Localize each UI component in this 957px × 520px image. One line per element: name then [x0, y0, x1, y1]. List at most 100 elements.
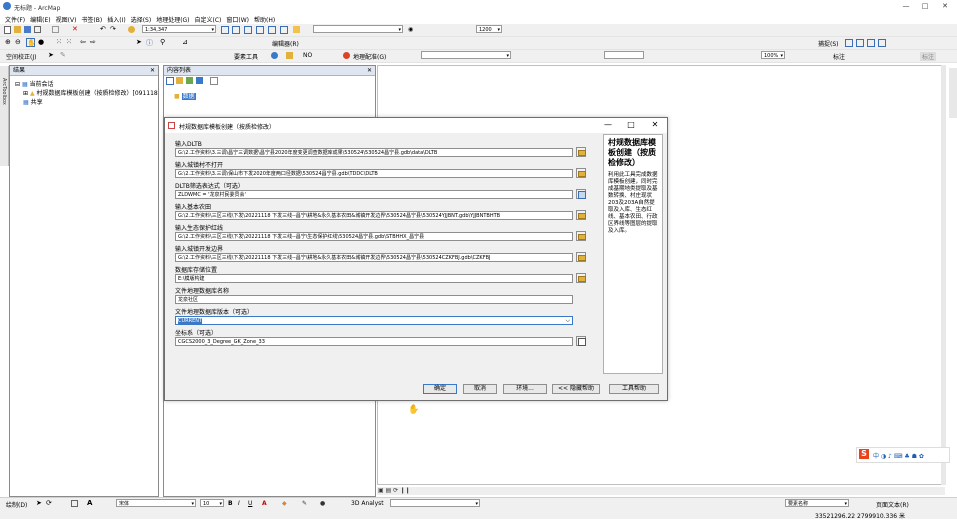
edit-tool-icon[interactable]: ➤: [48, 51, 55, 59]
menu-item-4[interactable]: 插入(I): [107, 15, 125, 24]
coordinate-system-button[interactable]: [576, 336, 586, 346]
model-builder-icon[interactable]: [293, 26, 300, 33]
dialog-close-icon[interactable]: ✕: [648, 120, 662, 130]
toc-options-icon[interactable]: [210, 77, 218, 85]
overlay-label[interactable]: 标注: [920, 52, 937, 61]
snap-vertex-icon[interactable]: [867, 39, 875, 47]
menu-item-8[interactable]: 窗口(W): [226, 15, 249, 24]
no-icon[interactable]: NO: [303, 52, 312, 59]
arctoolbox-icon[interactable]: [268, 26, 276, 34]
toc-icon[interactable]: [232, 26, 240, 34]
tool-help-button[interactable]: 工具帮助: [609, 384, 659, 394]
select-elements-icon[interactable]: ➤: [36, 499, 43, 507]
text-icon[interactable]: A: [87, 499, 94, 507]
font-size-combo[interactable]: 10 ▾: [200, 499, 224, 507]
editor-toolbar-icon[interactable]: [221, 26, 229, 34]
cancel-button[interactable]: 取消: [463, 384, 497, 394]
maximize-icon[interactable]: □: [918, 2, 932, 11]
browse-folder-button[interactable]: [576, 210, 586, 220]
select-arrow-icon[interactable]: ➤: [136, 38, 143, 46]
browse-folder-button[interactable]: [576, 147, 586, 157]
find-icon[interactable]: ⚲: [160, 38, 167, 46]
spatial-adjust-menu[interactable]: 空间校正(J): [6, 52, 36, 61]
open-icon[interactable]: [14, 26, 21, 33]
bold-icon[interactable]: B: [228, 500, 235, 507]
rectangle-icon[interactable]: [71, 500, 78, 507]
tree-item-tool-result[interactable]: ⊞ ▲ 村规数据库模板创建（按质检修改）[091118: [23, 88, 158, 97]
line-color-icon[interactable]: ✎: [302, 500, 309, 507]
fixed-zoom-out-icon[interactable]: ⁙: [66, 38, 73, 46]
list-by-source-icon[interactable]: [176, 77, 183, 84]
menu-item-3[interactable]: 书签(B): [81, 15, 102, 24]
field-input-8[interactable]: CURRENT ⌵: [175, 316, 573, 325]
menu-item-9[interactable]: 帮助(H): [254, 15, 275, 24]
menu-item-2[interactable]: 视图(V): [56, 15, 77, 24]
identify-icon[interactable]: ⓘ: [146, 38, 153, 47]
back-extent-icon[interactable]: ⇦: [80, 38, 87, 46]
dialog-minimize-icon[interactable]: —: [601, 120, 615, 130]
menu-item-1[interactable]: 编辑(E): [30, 15, 50, 24]
map-scale-combo[interactable]: 1:34,347 ▾: [142, 25, 216, 33]
menu-item-0[interactable]: 文件(F): [5, 15, 25, 24]
italic-icon[interactable]: I: [238, 500, 245, 507]
tree-item-shared[interactable]: ▦ 共享: [23, 97, 43, 106]
sql-expression-button[interactable]: [576, 189, 586, 199]
catalog-icon[interactable]: [244, 26, 252, 34]
3d-analyst-menu[interactable]: 3D Analyst: [351, 500, 384, 507]
menu-item-6[interactable]: 地理处理(G): [156, 15, 189, 24]
rotate-icon[interactable]: ⟳: [46, 499, 53, 507]
field-input-4[interactable]: G:\2.工作资料\三区三线\下发\20221118 下发三线--昌宁\生态保护…: [175, 232, 573, 241]
results-close-icon[interactable]: ✕: [150, 66, 155, 75]
dropdown-chevron-icon[interactable]: ⌵: [565, 317, 570, 324]
save-icon[interactable]: [24, 26, 31, 33]
browse-folder-button[interactable]: [576, 168, 586, 178]
add-data-icon[interactable]: [128, 26, 135, 33]
list-by-visibility-icon[interactable]: [186, 77, 193, 84]
georeferencing-menu[interactable]: 地理配准(G): [353, 52, 386, 61]
zoom-out-icon[interactable]: ⊖: [15, 38, 22, 46]
dialog-maximize-icon[interactable]: □: [624, 120, 638, 130]
georef-layer-combo[interactable]: ▾: [421, 51, 511, 59]
snap-point-icon[interactable]: [845, 39, 853, 47]
field-input-5[interactable]: G:\2.工作资料\三区三线\下发\20221118 下发三线--昌宁\耕地&永…: [175, 253, 573, 262]
field-input-6[interactable]: E:\模版构建: [175, 274, 573, 283]
undo-icon[interactable]: ↶: [100, 25, 107, 33]
browse-folder-button[interactable]: [576, 231, 586, 241]
redo-icon[interactable]: ↷: [110, 25, 117, 33]
arctoolbox-tab[interactable]: ArcToolbox: [1, 78, 7, 105]
full-extent-icon[interactable]: ●: [38, 38, 45, 46]
layout-zoom-combo[interactable]: 100% ▾: [761, 51, 785, 59]
field-input-7[interactable]: 龙泉社区: [175, 295, 573, 304]
list-by-drawing-order-icon[interactable]: [166, 77, 174, 85]
pencil-icon[interactable]: [286, 52, 293, 59]
layer-combo[interactable]: ▾: [313, 25, 403, 33]
environments-button[interactable]: 环境...: [503, 384, 547, 394]
underline-icon[interactable]: U: [248, 500, 255, 507]
georef-layer-icon[interactable]: ◉: [408, 26, 415, 33]
search-window-icon[interactable]: [256, 26, 264, 34]
layout-view-buttons[interactable]: ▣ ▤ ⟳ ❙❙: [378, 487, 426, 495]
measure-icon[interactable]: ⊿: [182, 38, 189, 46]
ime-options-icon[interactable]: 中 ◑ ♪ ⌨ ♣ ☗ ✿: [873, 451, 924, 460]
snap-edge-icon[interactable]: [878, 39, 886, 47]
menu-item-7[interactable]: 自定义(C): [195, 15, 222, 24]
refresh-icon[interactable]: [343, 52, 350, 59]
print-icon[interactable]: [34, 26, 41, 33]
feature-name-combo[interactable]: 要素名称 ▾: [785, 499, 849, 507]
feature-tools-menu[interactable]: 要素工具: [234, 52, 258, 61]
ok-button[interactable]: 确定: [423, 384, 457, 394]
tree-item-current-session[interactable]: ⊟ ▦ 当前会话: [15, 79, 54, 88]
list-by-selection-icon[interactable]: [196, 77, 203, 84]
new-icon[interactable]: [4, 26, 11, 34]
fill-color-icon[interactable]: ◆: [282, 500, 289, 507]
close-icon[interactable]: ✕: [938, 2, 952, 11]
delete-icon[interactable]: ✕: [72, 25, 79, 33]
font-color-icon[interactable]: A: [262, 500, 269, 507]
ime-toolbar[interactable]: S 中 ◑ ♪ ⌨ ♣ ☗ ✿: [856, 447, 950, 463]
field-input-2[interactable]: ZLDWMC = '龙泉村民委员会': [175, 190, 573, 199]
pan-icon[interactable]: ✋: [26, 38, 36, 47]
snap-end-icon[interactable]: [856, 39, 864, 47]
globe-icon[interactable]: [271, 52, 278, 59]
field-input-9[interactable]: CGCS2000_3_Degree_GK_Zone_33: [175, 337, 573, 346]
right-dock-tabs[interactable]: [949, 68, 957, 118]
